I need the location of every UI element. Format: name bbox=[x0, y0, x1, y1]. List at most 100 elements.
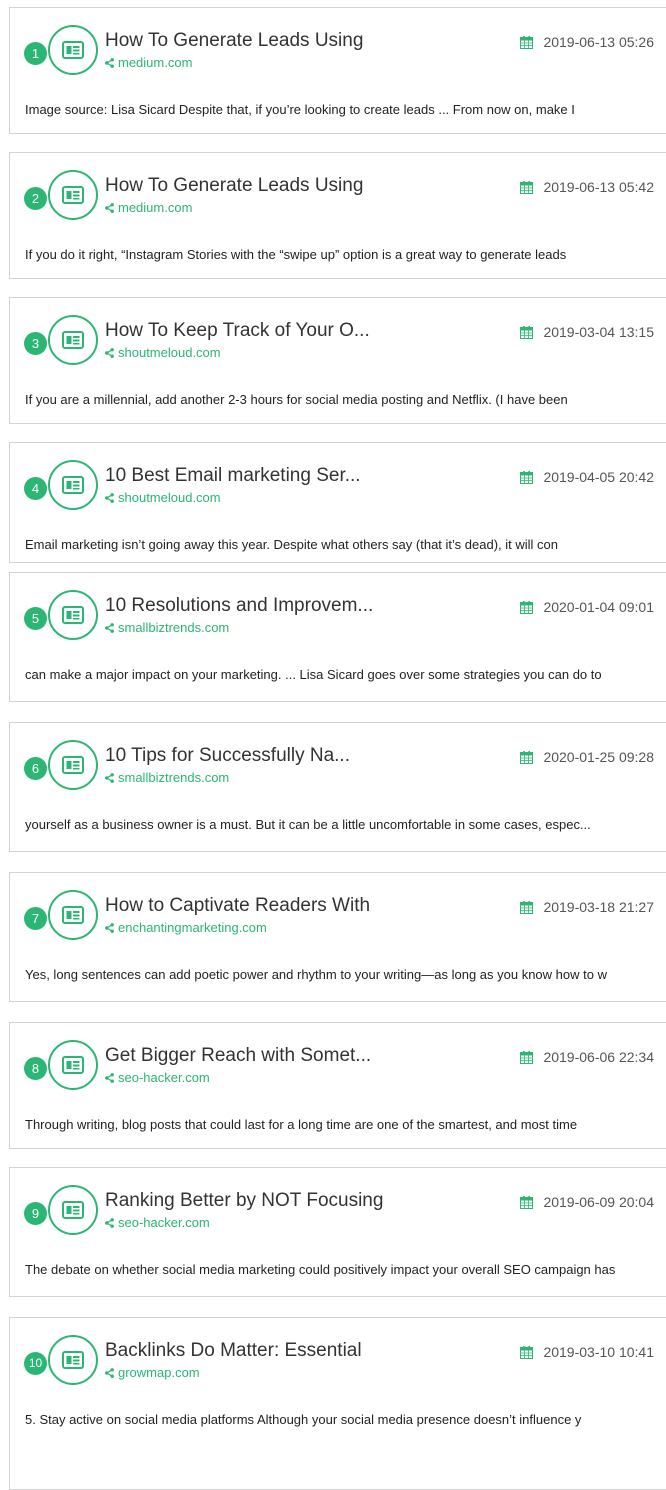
site-label: smallbiztrends.com bbox=[118, 770, 230, 785]
result-title[interactable]: How To Keep Track of Your O... bbox=[105, 320, 370, 342]
result-card[interactable]: 9 Ranking Better by NOT Focusing seo-hac… bbox=[9, 1167, 666, 1297]
share-icon bbox=[105, 1368, 114, 1378]
result-card[interactable]: 2 How To Generate Leads Using medium.com… bbox=[9, 152, 666, 279]
result-snippet: Yes, long sentences can add poetic power… bbox=[25, 967, 607, 982]
result-title[interactable]: 10 Resolutions and Improvem... bbox=[105, 595, 373, 617]
result-date: 2019-06-13 05:26 bbox=[520, 34, 654, 50]
result-site[interactable]: seo-hacker.com bbox=[105, 1070, 210, 1085]
newspaper-icon bbox=[62, 186, 84, 204]
result-date: 2020-01-04 09:01 bbox=[520, 599, 654, 615]
result-date: 2019-06-13 05:42 bbox=[520, 179, 654, 195]
result-title[interactable]: Ranking Better by NOT Focusing bbox=[105, 1190, 383, 1212]
result-site[interactable]: shoutmeloud.com bbox=[105, 490, 221, 505]
article-badge bbox=[48, 460, 98, 510]
result-title[interactable]: How To Generate Leads Using bbox=[105, 175, 363, 197]
result-date: 2019-06-06 22:34 bbox=[520, 1049, 654, 1065]
article-badge bbox=[48, 1040, 98, 1090]
newspaper-icon bbox=[62, 41, 84, 59]
result-site[interactable]: medium.com bbox=[105, 200, 192, 215]
result-card[interactable]: 5 10 Resolutions and Improvem... smallbi… bbox=[9, 572, 666, 702]
result-snippet: can make a major impact on your marketin… bbox=[25, 667, 602, 682]
result-title[interactable]: Get Bigger Reach with Somet... bbox=[105, 1045, 371, 1067]
article-badge bbox=[48, 590, 98, 640]
rank-number: 8 bbox=[24, 1057, 47, 1080]
calendar-icon bbox=[520, 1051, 534, 1064]
date-label: 2019-06-09 20:04 bbox=[543, 1194, 654, 1210]
result-card[interactable]: 6 10 Tips for Successfully Na... smallbi… bbox=[9, 722, 666, 852]
site-label: smallbiztrends.com bbox=[118, 620, 230, 635]
share-icon bbox=[105, 773, 114, 783]
calendar-icon bbox=[520, 601, 534, 614]
result-card[interactable]: 1 How To Generate Leads Using medium.com… bbox=[9, 7, 666, 134]
calendar-icon bbox=[520, 901, 534, 914]
share-icon bbox=[105, 203, 114, 213]
calendar-icon bbox=[520, 1196, 534, 1209]
site-label: shoutmeloud.com bbox=[118, 345, 221, 360]
result-snippet: Image source: Lisa Sicard Despite that, … bbox=[25, 102, 575, 117]
result-date: 2019-04-05 20:42 bbox=[520, 469, 654, 485]
result-site[interactable]: smallbiztrends.com bbox=[105, 770, 229, 785]
rank-number: 9 bbox=[24, 1202, 47, 1225]
share-icon bbox=[105, 58, 114, 68]
result-card[interactable]: 4 10 Best Email marketing Ser... shoutme… bbox=[9, 442, 666, 563]
result-snippet: Through writing, blog posts that could l… bbox=[25, 1117, 578, 1132]
date-label: 2019-06-06 22:34 bbox=[543, 1049, 654, 1065]
result-title[interactable]: 10 Tips for Successfully Na... bbox=[105, 745, 350, 767]
result-card[interactable]: 7 How to Captivate Readers With enchanti… bbox=[9, 872, 666, 1002]
result-date: 2019-06-09 20:04 bbox=[520, 1194, 654, 1210]
article-badge bbox=[48, 1185, 98, 1235]
result-site[interactable]: smallbiztrends.com bbox=[105, 620, 229, 635]
article-badge bbox=[48, 170, 98, 220]
newspaper-icon bbox=[62, 1056, 84, 1074]
result-snippet: Email marketing isn’t going away this ye… bbox=[25, 537, 558, 552]
calendar-icon bbox=[520, 326, 534, 339]
share-icon bbox=[105, 1218, 114, 1228]
share-icon bbox=[105, 623, 114, 633]
result-title[interactable]: How To Generate Leads Using bbox=[105, 30, 363, 52]
site-label: seo-hacker.com bbox=[118, 1215, 210, 1230]
newspaper-icon bbox=[62, 606, 84, 624]
date-label: 2019-04-05 20:42 bbox=[543, 469, 654, 485]
newspaper-icon bbox=[62, 331, 84, 349]
calendar-icon bbox=[520, 36, 534, 49]
result-card[interactable]: 8 Get Bigger Reach with Somet... seo-hac… bbox=[9, 1022, 666, 1149]
result-site[interactable]: growmap.com bbox=[105, 1365, 200, 1380]
share-icon bbox=[105, 348, 114, 358]
calendar-icon bbox=[520, 471, 534, 484]
share-icon bbox=[105, 923, 114, 933]
rank-number: 7 bbox=[24, 907, 47, 930]
article-badge bbox=[48, 1335, 98, 1385]
site-label: seo-hacker.com bbox=[118, 1070, 210, 1085]
site-label: growmap.com bbox=[118, 1365, 200, 1380]
date-label: 2019-03-18 21:27 bbox=[543, 899, 654, 915]
result-card[interactable]: 3 How To Keep Track of Your O... shoutme… bbox=[9, 297, 666, 424]
site-label: enchantingmarketing.com bbox=[118, 920, 267, 935]
result-site[interactable]: medium.com bbox=[105, 55, 192, 70]
result-title[interactable]: Backlinks Do Matter: Essential bbox=[105, 1340, 362, 1362]
date-label: 2019-06-13 05:26 bbox=[543, 34, 654, 50]
share-icon bbox=[105, 493, 114, 503]
result-site[interactable]: seo-hacker.com bbox=[105, 1215, 210, 1230]
result-date: 2019-03-18 21:27 bbox=[520, 899, 654, 915]
rank-number: 5 bbox=[24, 607, 47, 630]
result-title[interactable]: 10 Best Email marketing Ser... bbox=[105, 465, 361, 487]
article-badge bbox=[48, 315, 98, 365]
site-label: shoutmeloud.com bbox=[118, 490, 221, 505]
result-snippet: 5. Stay active on social media platforms… bbox=[25, 1412, 582, 1427]
site-label: medium.com bbox=[118, 200, 193, 215]
calendar-icon bbox=[520, 181, 534, 194]
date-label: 2019-06-13 05:42 bbox=[543, 179, 654, 195]
newspaper-icon bbox=[62, 1201, 84, 1219]
result-date: 2020-01-25 09:28 bbox=[520, 749, 654, 765]
rank-number: 10 bbox=[24, 1352, 47, 1375]
result-title[interactable]: How to Captivate Readers With bbox=[105, 895, 370, 917]
result-card[interactable]: 10 Backlinks Do Matter: Essential growma… bbox=[9, 1317, 666, 1490]
result-site[interactable]: enchantingmarketing.com bbox=[105, 920, 267, 935]
result-snippet: The debate on whether social media marke… bbox=[25, 1262, 616, 1277]
article-badge bbox=[48, 740, 98, 790]
newspaper-icon bbox=[62, 906, 84, 924]
result-snippet: If you are a millennial, add another 2-3… bbox=[25, 392, 568, 407]
rank-number: 4 bbox=[24, 477, 47, 500]
result-site[interactable]: shoutmeloud.com bbox=[105, 345, 221, 360]
date-label: 2019-03-10 10:41 bbox=[543, 1344, 654, 1360]
